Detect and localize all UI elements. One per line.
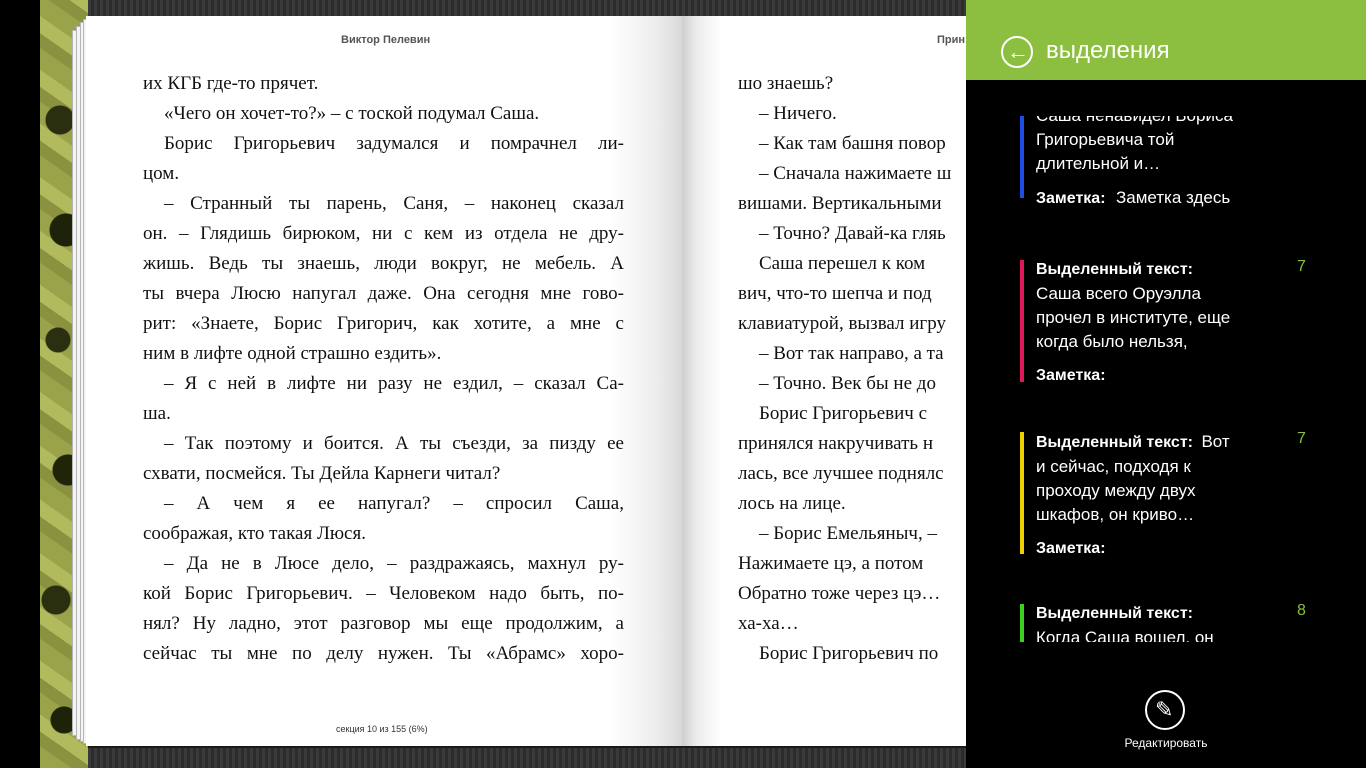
highlight-color-bar <box>1020 260 1024 382</box>
highlight-text-line: Саша ненавидел Бориса <box>1036 116 1306 128</box>
note-text: Заметка здесь <box>1115 188 1231 207</box>
highlight-item[interactable]: Выделенный текст: Саша всего Оруэлла про… <box>1020 258 1320 386</box>
highlight-text-line: Саша всего Оруэлла <box>1036 284 1201 303</box>
text-line: лась, все лучшее поднялс <box>738 463 944 484</box>
text-line: Нажимаете цэ, а потом <box>738 553 924 574</box>
highlight-text-line: когда было нельзя, <box>1036 332 1188 351</box>
text-line: схвати, посмейся. Ты Дейла Карнеги читал… <box>143 463 501 484</box>
text-line: соображая, кто такая Люся. <box>143 523 366 544</box>
panel-header: ← выделения <box>966 0 1366 80</box>
highlight-label: Выделенный текст: <box>1036 605 1193 622</box>
text-line: вишами. Вертикальными <box>738 193 942 214</box>
title-header: Прин <box>937 34 966 46</box>
text-line: – Да не в Люсе дело, – раздражаясь, махн… <box>164 553 624 574</box>
section-progress: секция 10 из 155 (6%) <box>336 724 428 734</box>
background-top-texture <box>88 0 966 16</box>
text-line: Борис Григорьевич задумался и помрачнел … <box>164 133 624 154</box>
text-line: нял? Ну ладно, этот разговор мы еще прод… <box>143 613 624 634</box>
author-header: Виктор Пелевин <box>341 34 431 46</box>
highlights-panel: ← выделения Саша ненавидел Бориса Григор… <box>966 0 1366 768</box>
text-line: – Я с ней в лифте ни разу не ездил, – ск… <box>164 373 624 394</box>
text-line: их КГБ где-то прячет. <box>143 73 319 94</box>
edit-button-label[interactable]: Редактировать <box>1116 736 1216 750</box>
highlight-text-line: и сейчас, подходя к <box>1036 457 1191 476</box>
book-page-left[interactable]: Виктор Пелевин их КГБ где-то прячет. «Че… <box>86 16 682 746</box>
text-line: вич, что-то шепча и под <box>738 283 932 304</box>
highlight-text-line: Вот <box>1201 432 1230 451</box>
text-line: – Точно? Давай-ка гляь <box>759 223 946 244</box>
panel-title: выделения <box>1046 37 1170 64</box>
text-line: ха-ха… <box>738 613 799 634</box>
text-line: Борис Григорьевич по <box>759 643 939 664</box>
highlight-color-bar <box>1020 116 1024 198</box>
text-line: – Вот так направо, а та <box>759 343 944 364</box>
pencil-icon: ✎ <box>1155 697 1174 722</box>
page-number: 7 <box>1297 258 1306 275</box>
highlight-item[interactable]: Выделенный текст: Когда Саша вошел, он 8 <box>1020 602 1320 642</box>
text-line: жишь. Ведь ты знаешь, люди вокруг, не ме… <box>143 253 624 274</box>
text-line: рит: «Знаете, Борис Григорич, как хотите… <box>143 313 624 334</box>
highlight-label: Выделенный текст: <box>1036 261 1193 278</box>
back-button[interactable]: ← <box>1001 36 1033 68</box>
text-line: цом. <box>143 163 180 184</box>
text-line: – Сначала нажимаете ш <box>759 163 952 184</box>
text-line: принялся накручивать н <box>738 433 934 454</box>
text-line: Обратно тоже через цэ… <box>738 583 941 604</box>
text-line: сейчас ты мне по делу нужен. Ты «Абрамс»… <box>143 643 624 664</box>
text-line: ша. <box>143 403 171 424</box>
text-line: – Как там башня повор <box>759 133 946 154</box>
text-line: шо знаешь? <box>738 73 834 94</box>
highlight-text-line: длительной и… <box>1036 154 1161 173</box>
page-number: 7 <box>1297 430 1306 447</box>
background-left-strip <box>0 0 40 768</box>
book-page-right[interactable]: Прин шо знаешь? – Ничего. – Как там башн… <box>682 16 966 746</box>
text-line: он. – Глядишь бирюком, ни с кем из отдел… <box>143 223 624 244</box>
note-label: Заметка: <box>1036 367 1106 384</box>
text-line: лось на лице. <box>738 493 846 514</box>
text-line: Саша перешел к ком <box>759 253 926 274</box>
highlight-text-line: Когда Саша вошел, он <box>1036 628 1214 642</box>
highlight-text-line: Григорьевича той <box>1036 130 1175 149</box>
text-line: – Борис Емельяныч, – <box>759 523 937 544</box>
note-label: Заметка: <box>1036 540 1106 557</box>
text-line: – Странный ты парень, Саня, – наконец ск… <box>164 193 624 214</box>
highlight-color-bar <box>1020 432 1024 554</box>
text-line: – А чем я ее напугал? – спросил Саша, <box>164 493 624 514</box>
text-line: клавиатурой, вызвал игру <box>738 313 946 334</box>
text-line: ты вчера Люсю напугал даже. Она сегодня … <box>143 283 624 304</box>
highlight-color-bar <box>1020 604 1024 642</box>
page-number: 8 <box>1297 602 1306 619</box>
highlight-item[interactable]: Выделенный текст: Вот и сейчас, подходя … <box>1020 430 1320 558</box>
edit-button[interactable]: ✎ <box>1145 690 1185 730</box>
text-line: кой Борис Григорьевич. – Человеком надо … <box>143 583 624 604</box>
text-line: ним в лифте одной страшно ездить». <box>143 343 442 364</box>
text-line: – Ничего. <box>759 103 837 124</box>
background-bottom-texture <box>88 748 966 768</box>
highlight-item[interactable]: Саша ненавидел Бориса Григорьевича той д… <box>1020 116 1320 214</box>
highlight-text-line: проходу между двух <box>1036 481 1196 500</box>
text-line: – Так поэтому и боится. А ты съезди, за … <box>164 433 624 454</box>
text-line: Борис Григорьевич с <box>759 403 928 424</box>
text-line: – Точно. Век бы не до <box>759 373 936 394</box>
highlight-text-line: прочел в институте, еще <box>1036 308 1231 327</box>
back-arrow-icon: ← <box>1007 39 1029 64</box>
text-line: «Чего он хочет-то?» – с тоской подумал С… <box>164 103 540 124</box>
note-label: Заметка: <box>1036 190 1106 207</box>
highlights-list[interactable]: Саша ненавидел Бориса Григорьевича той д… <box>966 116 1366 642</box>
highlight-label: Выделенный текст: <box>1036 434 1193 451</box>
highlight-text-line: шкафов, он криво… <box>1036 505 1195 524</box>
